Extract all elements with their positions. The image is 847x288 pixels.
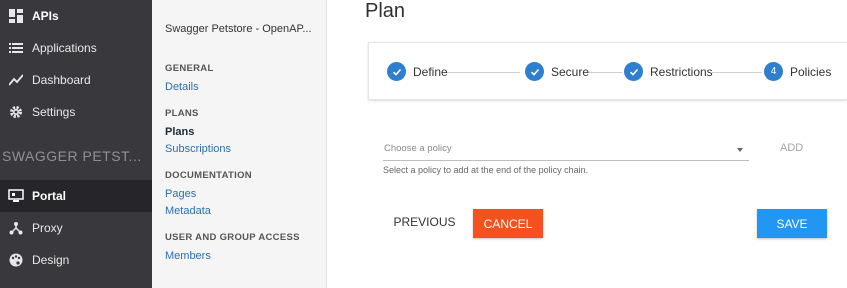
nav-apis-label: APIs <box>32 9 59 23</box>
submenu-details[interactable]: Details <box>165 79 326 96</box>
policy-select-placeholder: Choose a policy <box>384 143 452 154</box>
check-icon <box>525 62 544 81</box>
nav-design-label: Design <box>32 253 70 267</box>
nav-settings[interactable]: Settings <box>0 96 152 128</box>
submenu-subscriptions[interactable]: Subscriptions <box>165 141 326 158</box>
submenu-pages[interactable]: Pages <box>165 186 326 203</box>
monitor-icon <box>7 187 25 205</box>
section-plans: PLANS <box>165 108 199 119</box>
nav-proxy-label: Proxy <box>32 221 63 235</box>
submenu-plans[interactable]: Plans <box>165 124 326 141</box>
step-secure-label: Secure <box>551 64 590 79</box>
nav-portal-label: Portal <box>32 189 67 203</box>
nav-dashboard[interactable]: Dashboard <box>0 64 152 96</box>
list-icon <box>7 39 25 57</box>
previous-button[interactable]: PREVIOUS <box>387 210 462 234</box>
main-content: Plan Define Secure Restrictions 4 Polici… <box>327 0 847 288</box>
fork-icon <box>7 219 25 237</box>
portal-band: Portal <box>0 180 152 212</box>
app-window: APIs Applications Dashboard Settings SWA… <box>0 0 847 288</box>
page-title: Plan <box>365 0 406 22</box>
api-title: Swagger Petstore - OpenAP... <box>165 23 312 35</box>
step-number-badge: 4 <box>764 62 783 81</box>
main-sidebar: APIs Applications Dashboard Settings SWA… <box>0 0 152 288</box>
current-api-name: SWAGGER PETST... <box>2 148 142 164</box>
check-icon <box>624 62 643 81</box>
submenu-members[interactable]: Members <box>165 248 326 265</box>
step-policies[interactable]: 4 Policies <box>764 62 831 81</box>
gear-icon <box>7 103 25 121</box>
trend-line-icon <box>7 71 25 89</box>
section-user-group-access: USER AND GROUP ACCESS <box>165 232 300 243</box>
section-general: GENERAL <box>165 63 214 74</box>
step-secure[interactable]: Secure <box>525 62 589 81</box>
api-submenu: Swagger Petstore - OpenAP... GENERAL Det… <box>152 0 327 288</box>
nav-proxy[interactable]: Proxy <box>0 212 152 244</box>
nav-portal[interactable]: Portal <box>0 180 152 212</box>
step-connector <box>589 72 622 73</box>
cancel-button[interactable]: CANCEL <box>473 209 543 238</box>
nav-applications-label: Applications <box>32 41 97 55</box>
step-restrictions[interactable]: Restrictions <box>624 62 713 81</box>
palette-icon <box>7 251 25 269</box>
nav-design[interactable]: Design <box>0 244 152 276</box>
step-define-label: Define <box>413 64 448 79</box>
nav-settings-label: Settings <box>32 105 76 119</box>
check-icon <box>387 62 406 81</box>
nav-dashboard-label: Dashboard <box>32 73 91 87</box>
submenu-metadata[interactable]: Metadata <box>165 203 326 220</box>
caret-down-icon <box>737 148 743 152</box>
step-connector <box>446 72 520 73</box>
plan-stepper: Define Secure Restrictions 4 Policies <box>368 42 847 100</box>
step-restrictions-label: Restrictions <box>650 64 713 79</box>
save-button[interactable]: SAVE <box>757 209 827 238</box>
step-connector <box>712 72 762 73</box>
add-policy-button[interactable]: ADD <box>780 142 803 154</box>
nav-apis[interactable]: APIs <box>0 0 152 32</box>
step-define[interactable]: Define <box>387 62 448 81</box>
nav-applications[interactable]: Applications <box>0 32 152 64</box>
step-policies-label: Policies <box>790 64 832 79</box>
policy-select[interactable]: Choose a policy <box>383 137 749 161</box>
policy-hint: Select a policy to add at the end of the… <box>383 165 589 175</box>
section-documentation: DOCUMENTATION <box>165 170 252 181</box>
dashboard-grid-icon <box>7 7 25 25</box>
